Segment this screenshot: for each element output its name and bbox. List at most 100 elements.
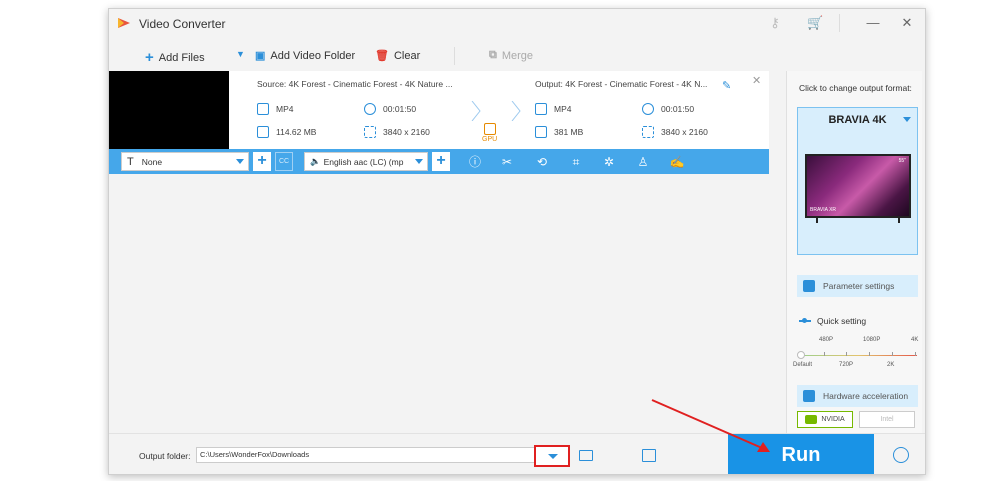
quality-slider-handle[interactable] (797, 351, 805, 359)
info-icon[interactable]: ⓘ (467, 154, 483, 170)
source-duration: 00:01:50 (364, 103, 416, 115)
quick-setting-label: Quick setting (799, 316, 866, 326)
text-icon: T (127, 155, 134, 168)
edit-icon[interactable]: ✍ (669, 154, 685, 170)
key-icon[interactable]: ⚷ (767, 15, 783, 31)
file-format-icon (257, 103, 269, 115)
trash-icon: 🗑 (375, 50, 389, 62)
format-caption: Click to change output format: (799, 83, 912, 93)
export-icon[interactable] (642, 449, 656, 462)
tv-stand (898, 218, 900, 223)
output-folder-dropdown-button[interactable] (534, 445, 570, 467)
format-name: BRAVIA 4K (828, 114, 887, 126)
folder-plus-icon: ▣ (255, 50, 266, 62)
cc-icon[interactable]: CC (275, 152, 293, 171)
quick-setting-text: Quick setting (817, 316, 867, 326)
audio-track-value: English aac (LC) (mp (323, 156, 404, 167)
effects-icon[interactable]: ✲ (601, 154, 617, 170)
output-resolution-value: 3840 x 2160 (661, 127, 708, 137)
edit-toolbar: T None + CC 🔈 English aac (LC) (mp + ⓘ ✂… (109, 149, 769, 174)
app-window: Video Converter ⚷ 🛒 — ✕ + Add Files ▼ ▣ … (108, 8, 926, 475)
output-title: Output: 4K Forest - Cinematic Forest - 4… (535, 79, 708, 89)
video-thumbnail[interactable] (109, 71, 229, 149)
slider-tick (869, 352, 870, 356)
output-resolution: 3840 x 2160 (642, 126, 708, 138)
file-list: Source: 4K Forest - Cinematic Forest - 4… (109, 71, 769, 433)
close-window-icon[interactable]: ✕ (899, 15, 915, 31)
intel-label: Intel (880, 416, 894, 423)
gpu-chip-icon (483, 123, 496, 135)
alarm-clock-icon[interactable] (893, 447, 909, 463)
output-size-value: 381 MB (554, 127, 584, 137)
parameter-settings-label: Parameter settings (823, 281, 895, 291)
merge-icon: ⧉ (489, 49, 497, 61)
output-folder-label: Output folder: (139, 451, 191, 461)
output-format-value: MP4 (554, 104, 572, 114)
remove-item-icon[interactable]: ✕ (752, 74, 761, 87)
chevron-down-icon (903, 117, 911, 122)
speaker-icon: 🔈 (310, 156, 321, 166)
watermark-icon[interactable]: ♙ (635, 154, 651, 170)
source-resolution: 3840 x 2160 (364, 126, 430, 138)
tv-size: 55" (898, 158, 906, 164)
scissors-icon[interactable]: ✂ (499, 154, 515, 170)
quality-label: 2K (887, 362, 895, 368)
format-selector[interactable]: BRAVIA 4K 55" BRAVIA XR (797, 107, 918, 255)
add-files-dropdown-icon[interactable]: ▼ (236, 49, 245, 59)
file-item[interactable]: Source: 4K Forest - Cinematic Forest - 4… (109, 71, 769, 149)
open-folder-icon[interactable] (579, 450, 593, 461)
run-label: Run (781, 444, 821, 466)
merge-button[interactable]: ⧉ Merge (489, 49, 533, 62)
source-format: MP4 (257, 103, 293, 115)
chevron-down-icon (415, 159, 423, 164)
hardware-acceleration-label: Hardware acceleration (823, 391, 909, 401)
run-button[interactable]: Run (728, 434, 874, 474)
clear-label: Clear (393, 49, 421, 62)
source-resolution-value: 3840 x 2160 (383, 127, 430, 137)
hardware-acceleration-button[interactable]: Hardware acceleration (797, 385, 918, 407)
source-size: 114.62 MB (257, 126, 316, 138)
nvidia-toggle[interactable]: NVIDIA (797, 411, 853, 428)
add-video-folder-button[interactable]: ▣ Add Video Folder (255, 49, 355, 63)
add-subtitle-button[interactable]: + (253, 152, 271, 171)
crop-icon[interactable]: ⌗ (568, 154, 584, 170)
slider-icon (799, 318, 811, 323)
tv-image: 55" BRAVIA XR (805, 154, 911, 218)
output-format: MP4 (535, 103, 571, 115)
resolution-icon (364, 126, 376, 138)
quality-slider-track[interactable] (799, 355, 917, 356)
cart-icon[interactable]: 🛒 (807, 15, 823, 31)
chevron-right-icon (471, 101, 481, 121)
output-size: 381 MB (535, 126, 583, 138)
title-bar: Video Converter ⚷ 🛒 — ✕ (109, 9, 925, 39)
chevron-down-icon (548, 454, 558, 459)
clear-button[interactable]: 🗑 Clear (375, 49, 421, 63)
clock-icon (642, 103, 654, 115)
audio-track-select[interactable]: 🔈 English aac (LC) (mp (304, 152, 428, 171)
source-duration-value: 00:01:50 (383, 104, 417, 114)
parameter-settings-button[interactable]: Parameter settings (797, 275, 918, 297)
gpu-label: GPU (482, 136, 498, 143)
nvidia-logo-icon (805, 415, 818, 424)
clock-icon (364, 103, 376, 115)
output-duration-value: 00:01:50 (661, 104, 695, 114)
subtitle-select[interactable]: T None (121, 152, 249, 171)
quality-label: 1080P (863, 337, 881, 343)
chevron-right-icon (511, 101, 521, 121)
chip-icon (803, 390, 815, 402)
slider-tick (824, 352, 825, 356)
add-audio-button[interactable]: + (432, 152, 450, 171)
minimize-icon[interactable]: — (865, 15, 881, 31)
bottom-bar: Output folder: C:\Users\WonderFox\Downlo… (109, 433, 925, 474)
edit-name-icon[interactable]: ✎ (722, 79, 731, 92)
rotate-icon[interactable]: ⟲ (534, 154, 550, 170)
quality-label: 480P (819, 337, 834, 343)
subtitle-value: None (141, 156, 163, 167)
tv-stand (816, 218, 818, 223)
output-folder-path[interactable]: C:\Users\WonderFox\Downloads (196, 447, 536, 463)
add-files-label: Add Files (158, 51, 205, 64)
intel-toggle[interactable]: Intel (859, 411, 915, 428)
resolution-icon (642, 126, 654, 138)
chevron-down-icon (236, 159, 244, 164)
add-files-button[interactable]: + Add Files (145, 49, 205, 66)
